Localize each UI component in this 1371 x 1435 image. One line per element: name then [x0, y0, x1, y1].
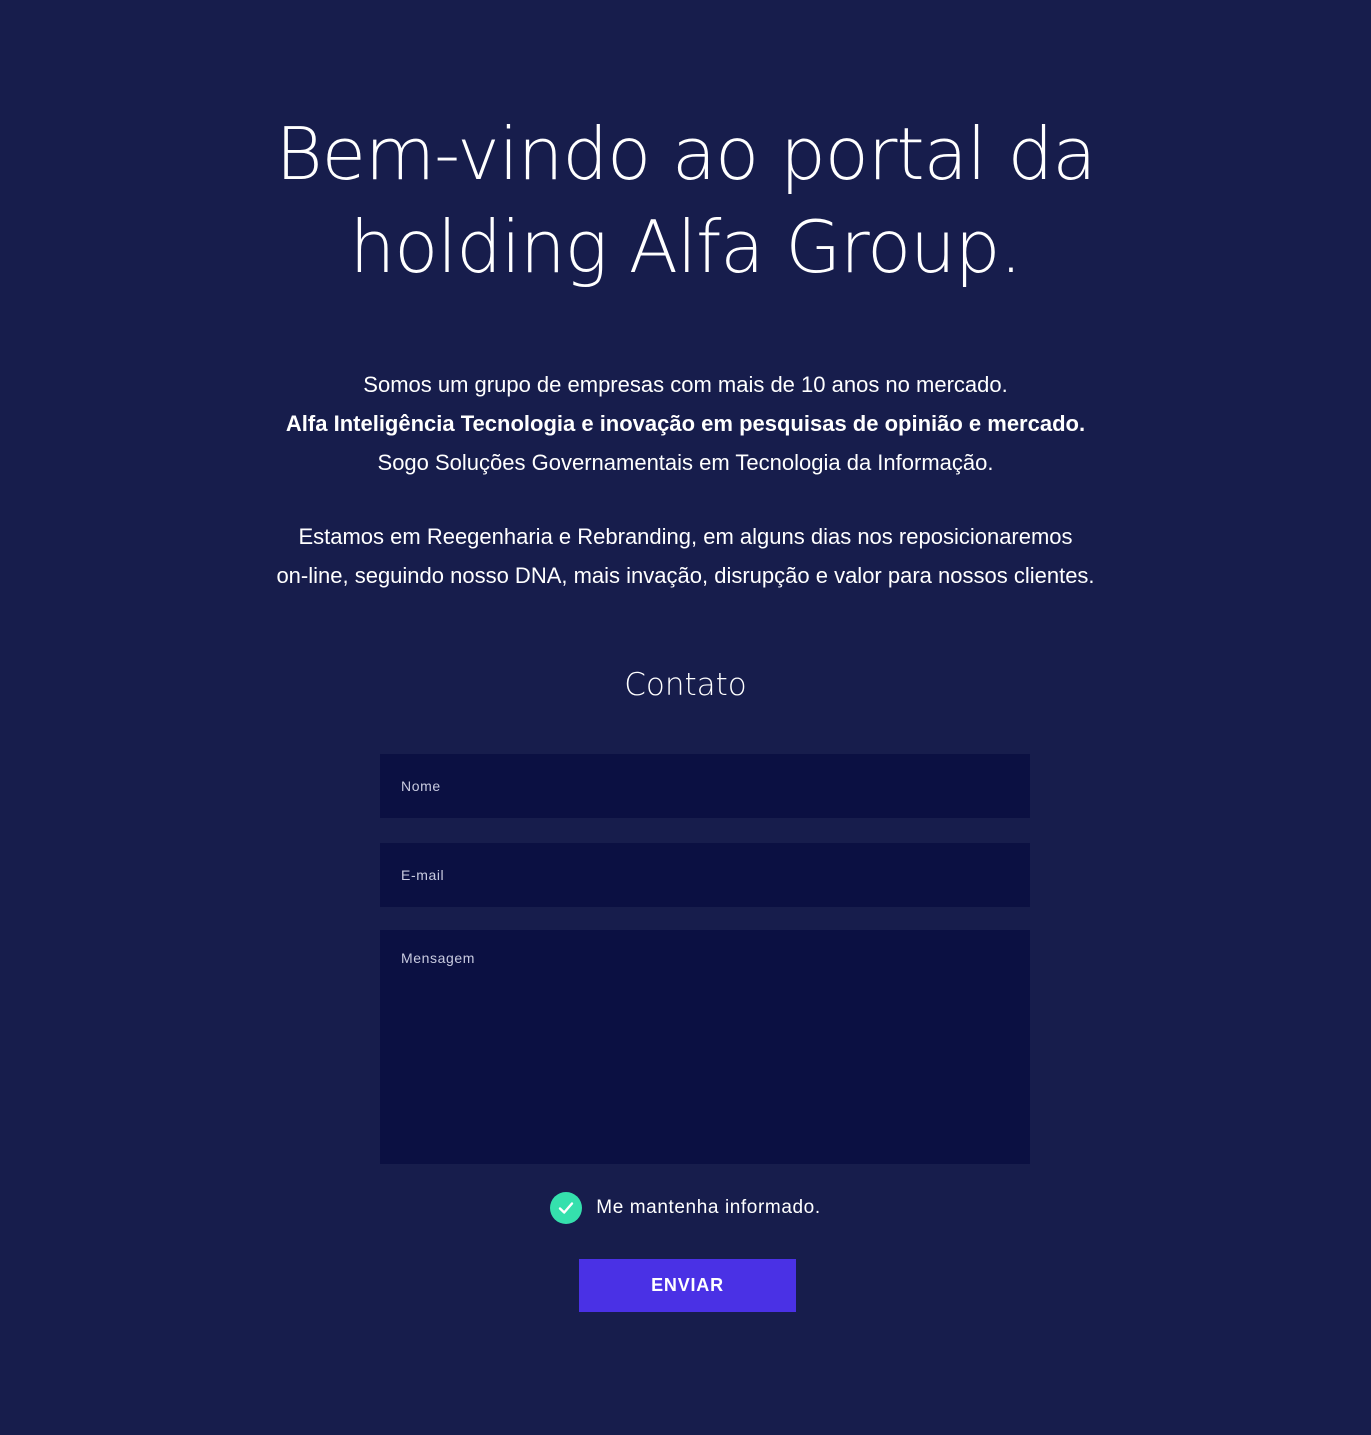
intro-text: Somos um grupo de empresas com mais de 1… [0, 365, 1371, 482]
newsletter-opt-in: Me mantenha informado. [0, 1192, 1371, 1224]
intro-line-group: Somos um grupo de empresas com mais de 1… [363, 372, 1008, 397]
check-icon [559, 1202, 574, 1214]
intro-line-alfa: Alfa Inteligência Tecnologia e inovação … [285, 411, 1086, 436]
newsletter-checkbox[interactable] [550, 1192, 583, 1224]
newsletter-label[interactable]: Me mantenha informado. [596, 1197, 820, 1219]
notice-line-2: on-line, seguindo nosso DNA, mais invaçã… [276, 563, 1095, 588]
submit-button[interactable]: ENVIAR [579, 1259, 796, 1312]
rebranding-notice: Estamos em Reegenharia e Rebranding, em … [0, 517, 1371, 595]
notice-line-1: Estamos em Reegenharia e Rebranding, em … [298, 524, 1073, 549]
page-title: Bem-vindo ao portal da holding Alfa Grou… [0, 108, 1371, 294]
intro-line-sogo: Sogo Soluções Governamentais em Tecnolog… [377, 450, 994, 475]
name-input[interactable] [380, 754, 1030, 818]
email-input[interactable] [380, 843, 1030, 907]
page-title-line-2: holding Alfa Group. [349, 205, 1023, 289]
page-title-line-1: Bem-vindo ao portal da [275, 112, 1097, 196]
contact-heading: Contato [624, 667, 747, 703]
landing-page: Bem-vindo ao portal da holding Alfa Grou… [0, 0, 1371, 1435]
message-textarea[interactable] [380, 930, 1030, 1164]
